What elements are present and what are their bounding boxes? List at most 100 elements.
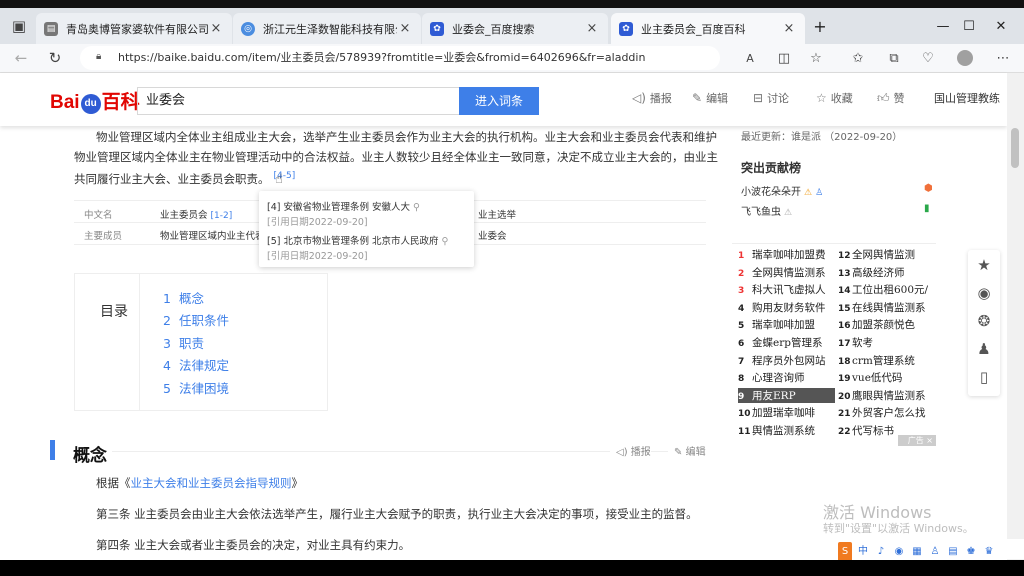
toc-item[interactable]: 2 任职条件 (163, 310, 229, 329)
back-arrow-icon[interactable]: ← (10, 47, 32, 69)
favorites-list-icon[interactable]: ✩ (848, 48, 868, 68)
star-icon[interactable]: ★ (968, 256, 1000, 274)
hot-search-item[interactable]: 6 金蝶erp管理系 (738, 335, 835, 350)
link-icon: ⚲ (413, 202, 420, 213)
qq-icon[interactable]: ♟ (968, 340, 1000, 358)
hot-search-item[interactable]: 4 购用友财务软件 (738, 300, 835, 315)
profile-avatar-icon[interactable] (955, 48, 975, 68)
toc-item[interactable]: 3 职责 (163, 333, 204, 352)
tab-close-icon[interactable]: × (781, 21, 797, 36)
hot-search-item[interactable]: 10加盟瑞幸咖啡 (738, 405, 835, 420)
section-marker (50, 440, 55, 460)
hot-search-item[interactable]: 2 全网舆情监测系 (738, 265, 835, 280)
intro-line-2: 物业管理区域内全体业主在物业管理活动中的合法权益。业主人数较少且经全体业主一致同… (74, 150, 718, 164)
hot-search-item[interactable]: 8 心理咨询师 (738, 370, 835, 385)
hot-search-item[interactable]: 15在线舆情监测系 (838, 300, 936, 315)
refresh-icon[interactable]: ↻ (44, 47, 66, 69)
hot-search-item[interactable]: 12全网舆情监测 (838, 247, 936, 262)
extensions-icon[interactable]: ♡ (918, 48, 938, 68)
hot-search-item[interactable]: 13高级经济师 (838, 265, 936, 280)
toc-item[interactable]: 5 法律困境 (163, 378, 229, 397)
hot-search-item[interactable]: 9 用友ERP (738, 387, 835, 403)
hot-search-item[interactable]: 11舆情监测系统 (738, 423, 835, 438)
read-aloud-icon[interactable]: A (740, 48, 760, 68)
toc-title: 目录 (100, 304, 128, 320)
section-play-action[interactable]: ◁) 播报 (610, 443, 651, 458)
scrollbar-thumb[interactable] (1011, 128, 1019, 168)
hot-search-item[interactable]: 1 瑞幸咖啡加盟费 (738, 247, 835, 262)
hot-search-item[interactable]: 19vue低代码 (838, 370, 936, 385)
speaker-icon: ◁) (632, 91, 646, 105)
close-window-button[interactable]: ✕ (978, 8, 1024, 44)
like-action[interactable]: 👍︎ 赞 (877, 90, 905, 106)
baidu-baike-logo[interactable]: Bai du 百科 (50, 87, 140, 114)
ime-mode-icon: 中 (858, 546, 868, 557)
search-input[interactable]: 业委会 (137, 87, 459, 115)
mobile-icon[interactable]: ▯ (968, 368, 1000, 386)
cursor-hand-icon: ☝ (275, 172, 283, 187)
section-title: 概念 (73, 446, 107, 466)
hot-search-item[interactable]: 14工位出租600元/ (838, 282, 936, 297)
ad-tag[interactable]: 广告 × (898, 435, 936, 446)
info-key: 主要成员 (84, 231, 123, 242)
hot-search-item[interactable]: 17软考 (838, 335, 936, 350)
reference-link[interactable]: [1-2] (211, 211, 233, 221)
collections-icon[interactable]: ⧉ (884, 48, 904, 68)
hot-search-item[interactable]: 20鹰眼舆情监测系 (838, 388, 936, 403)
search-button[interactable]: 进入词条 (459, 87, 539, 115)
reference-date: [引用日期2022-09-20] (267, 217, 368, 228)
new-tab-button[interactable]: + (797, 8, 843, 44)
warning-badge-icon: ⚠ (784, 208, 793, 218)
discuss-action[interactable]: ⊟ 讨论 (753, 90, 789, 106)
ime-toolbar[interactable]: S 中 ♪ ◉ ▦ ♙ ▤ ♚ ♛ (838, 539, 1024, 562)
toc-item[interactable]: 4 法律规定 (163, 355, 229, 374)
more-menu-icon[interactable]: ⋯ (993, 48, 1013, 68)
tab-close-icon[interactable]: × (397, 21, 413, 36)
tab-actions-icon[interactable]: ▣ (8, 15, 30, 37)
user-name[interactable]: 国山管理教练 (934, 90, 1000, 106)
hot-search-item[interactable]: 21外贸客户怎么找 (838, 405, 936, 420)
link-icon: ⚲ (441, 236, 449, 247)
tab-close-icon[interactable]: × (208, 21, 224, 36)
tab-1[interactable]: ▤ 青岛奥博管家婆软件有限公司 × (36, 13, 232, 44)
edit-action[interactable]: ✎ 编辑 (692, 90, 728, 106)
tab-3[interactable]: ✿ 业委会_百度搜索 × (422, 13, 608, 44)
hot-search-item[interactable]: 7 程序员外包网站 (738, 353, 835, 368)
hot-search-item[interactable]: 5 瑞幸咖啡加盟 (738, 317, 835, 332)
reference-tooltip: [4] 安徽省物业管理条例 安徽人大 ⚲ [引用日期2022-09-20] [5… (259, 191, 474, 267)
globe-favicon-icon: ◎ (241, 21, 255, 36)
split-screen-icon[interactable]: ◫ (774, 48, 794, 68)
ime-emoji-icon: ◉ (894, 546, 904, 557)
reference-4[interactable]: [4] 安徽省物业管理条例 安徽人大 ⚲ (267, 199, 420, 213)
ime-skin-icon: ▤ (948, 546, 958, 557)
collect-action[interactable]: ☆ 收藏 (816, 90, 853, 106)
thumb-up-icon: 👍︎ (877, 91, 890, 105)
star-icon: ☆ (816, 91, 827, 105)
url-input[interactable]: https://baike.baidu.com/item/业主委员会/57893… (80, 46, 720, 70)
info-value: 业主选举 (478, 210, 517, 221)
contributor[interactable]: 飞飞鱼虫 ⚠ (741, 203, 792, 218)
contributor[interactable]: 小波花朵朵开 ⚠ ♙ (741, 183, 823, 198)
wechat-icon[interactable]: ❂ (968, 312, 1000, 330)
hot-search-item[interactable]: 18crm管理系统 (838, 353, 936, 368)
ime-sound-icon: ♪ (877, 546, 885, 557)
lock-icon[interactable]: 🔒︎ (96, 52, 106, 62)
contrib-title: 突出贡献榜 (741, 161, 802, 175)
hot-search-item[interactable]: 3 科大讯飞虚拟人 (738, 282, 835, 297)
weibo-icon[interactable]: ◉ (968, 284, 1000, 302)
hot-search-item[interactable]: 16加盟茶颜悦色 (838, 317, 936, 332)
tab-4-active[interactable]: ✿ 业主委员会_百度百科 × (611, 13, 805, 44)
baidu-favicon-icon: ✿ (430, 21, 444, 36)
reference-5[interactable]: [5] 北京市物业管理条例 北京市人民政府 ⚲ (267, 233, 449, 247)
toc-item[interactable]: 1 概念 (163, 288, 204, 307)
play-action[interactable]: ◁) 播报 (632, 90, 672, 106)
tab-close-icon[interactable]: × (584, 21, 600, 36)
badge-icon: ⬢ (924, 183, 933, 194)
page-favicon-icon: ▤ (44, 21, 58, 36)
section-edit-action[interactable]: ✎ 编辑 (668, 443, 706, 458)
tab-2[interactable]: ◎ 浙江元生泽数智能科技有限公司 × (233, 13, 421, 44)
regulation-link[interactable]: 业主大会和业主委员会指导规则 (131, 476, 292, 490)
favorite-star-icon[interactable]: ☆ (806, 48, 826, 68)
speaker-icon: ◁) (616, 447, 628, 458)
last-updated: 最近更新：谁是派 （2022-09-20） (741, 132, 903, 143)
